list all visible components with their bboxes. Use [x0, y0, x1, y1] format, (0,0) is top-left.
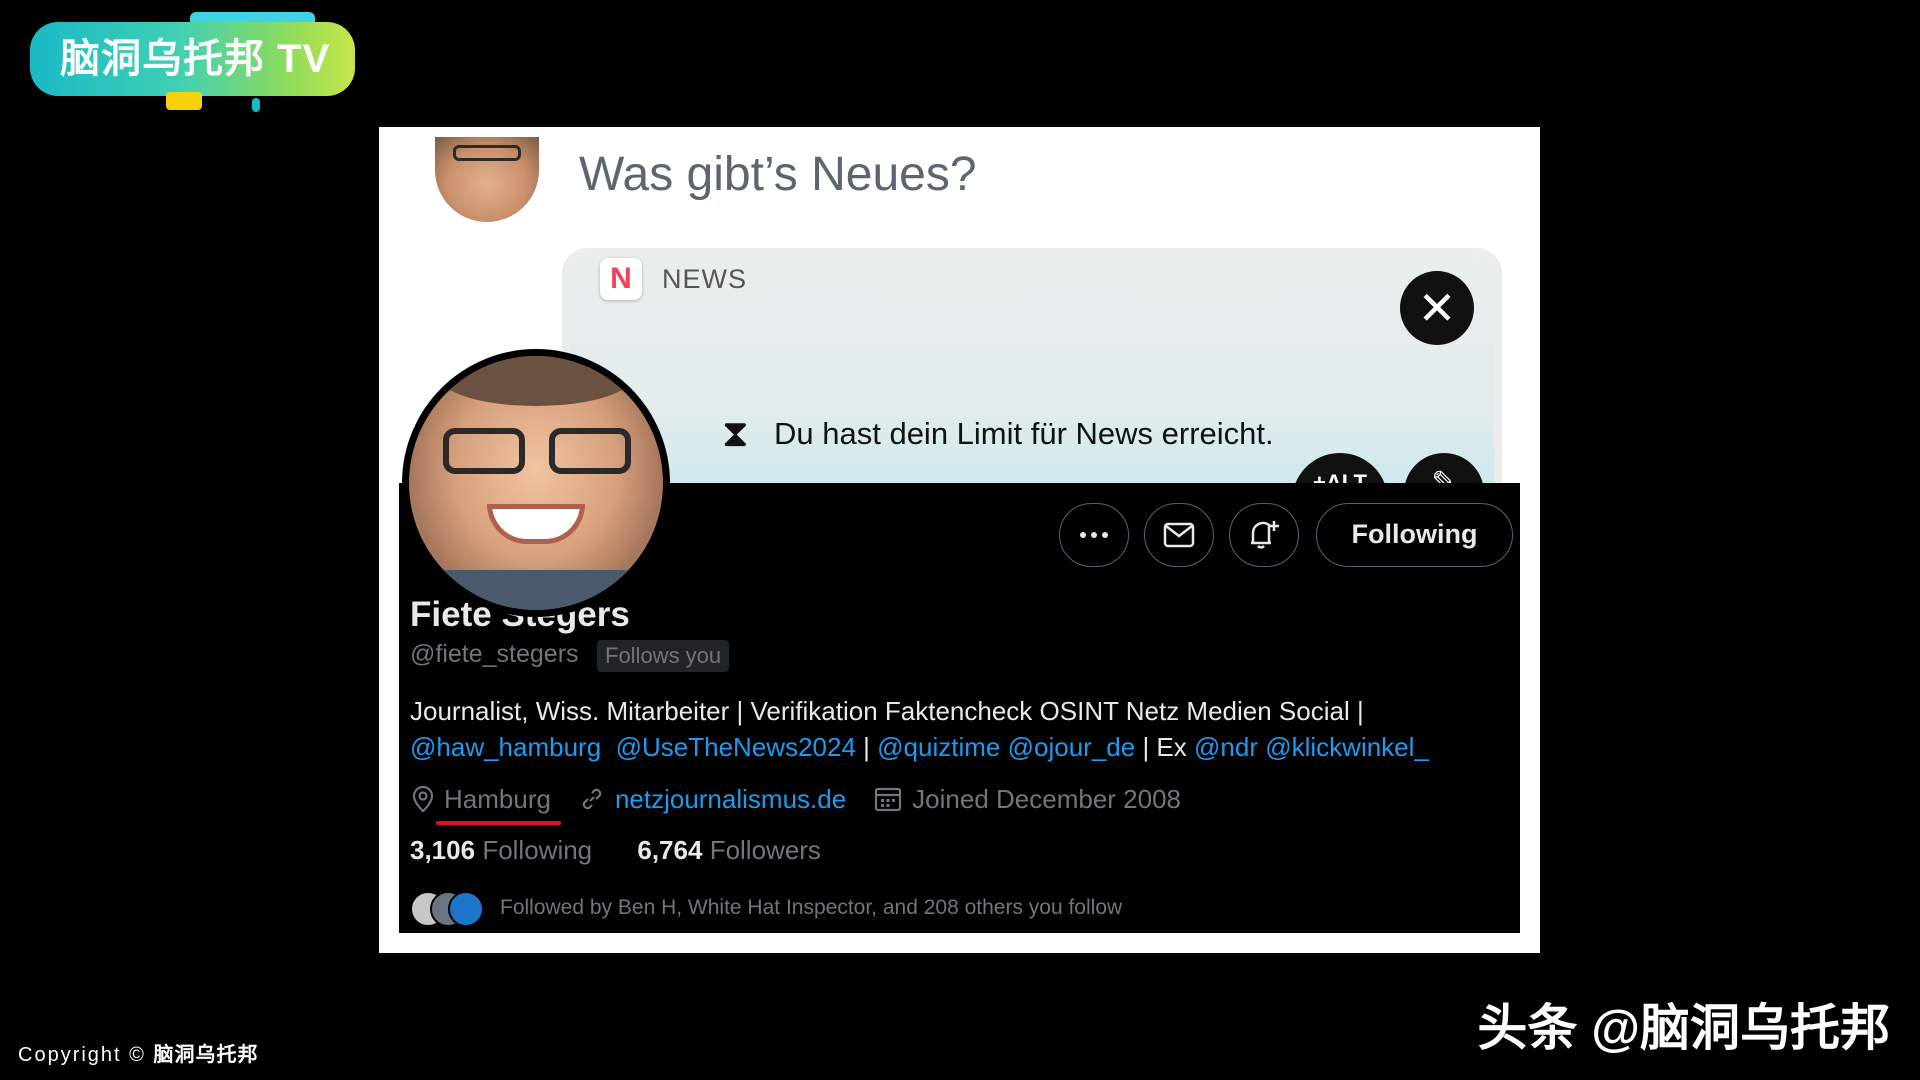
profile-website-link[interactable]: netzjournalismus.de: [615, 784, 846, 815]
following-button[interactable]: Following: [1316, 503, 1513, 567]
avatar: [448, 891, 484, 927]
copyright-prefix: Copyright: [18, 1044, 122, 1066]
bio-line-2: @haw_hamburg @UseTheNews2024 | @quiztime…: [410, 729, 1510, 765]
bio-separator: | Ex: [1142, 732, 1187, 762]
compose-avatar: [435, 137, 539, 222]
logo-accent-dot-small: [252, 98, 260, 112]
mention-link[interactable]: @haw_hamburg: [410, 732, 601, 762]
message-button[interactable]: [1144, 503, 1214, 567]
news-limit-message: Du hast dein Limit für News erreicht.: [774, 416, 1274, 451]
avatar-glasses: [453, 145, 521, 161]
screenshot-card: Was gibt’s Neues? NEWS ✕ ⧗ Du hast dein …: [379, 127, 1540, 953]
channel-logo-text: 脑洞乌托邦 TV: [30, 22, 355, 96]
bell-plus-icon: [1251, 521, 1279, 549]
apple-news-icon: [600, 258, 642, 300]
calendar-icon: [875, 787, 902, 812]
mention-link[interactable]: @ndr: [1194, 732, 1258, 762]
bio-line-1: Journalist, Wiss. Mitarbeiter | Verifika…: [410, 696, 1364, 726]
follows-you-badge: Follows you: [597, 640, 730, 672]
link-icon: [582, 788, 602, 810]
profile-joined-date: Joined December 2008: [912, 783, 1182, 814]
copyright-symbol: ©: [129, 1044, 146, 1066]
profile-avatar[interactable]: [402, 349, 670, 617]
hourglass-icon: ⧗: [722, 413, 749, 455]
watermark: 头条 @脑洞乌托邦: [1477, 1000, 1890, 1056]
followers-label: Followers: [709, 835, 821, 865]
mention-link[interactable]: @klickwinkel_: [1265, 732, 1429, 762]
logo-accent-dot: [166, 92, 202, 110]
profile-handle: @fiete_stegers: [410, 640, 579, 668]
compose-placeholder[interactable]: Was gibt’s Neues?: [579, 147, 977, 202]
avatar-glasses: [443, 428, 631, 474]
profile-bio: Journalist, Wiss. Mitarbeiter | Verifika…: [410, 693, 1510, 765]
following-stat[interactable]: 3,106 Following: [410, 835, 592, 865]
copyright-brand: 脑洞乌托邦: [153, 1044, 259, 1066]
bio-separator: |: [863, 732, 870, 762]
more-button[interactable]: [1059, 503, 1129, 567]
more-icon: [1080, 532, 1108, 538]
mail-icon: [1163, 522, 1195, 548]
mention-link[interactable]: @UseTheNews2024: [616, 732, 856, 762]
news-source-label: NEWS: [662, 264, 747, 294]
followers-count: 6,764: [637, 835, 703, 865]
copyright-notice: Copyright © 脑洞乌托邦: [18, 1038, 258, 1067]
profile-location: Hamburg: [436, 783, 561, 825]
location-pin-icon: [412, 785, 434, 813]
following-label: Following: [482, 835, 593, 865]
followed-by-avatars: [410, 891, 484, 927]
following-count: 3,106: [410, 835, 476, 865]
profile-meta: Hamburg netzjournalismus.de Joined Decem…: [410, 781, 1182, 825]
mention-link[interactable]: @ojour_de: [1008, 732, 1136, 762]
followed-by-text: Followed by Ben H, White Hat Inspector, …: [500, 896, 1123, 919]
close-icon[interactable]: ✕: [1400, 271, 1474, 345]
mention-link[interactable]: @quiztime: [877, 732, 1000, 762]
notify-button[interactable]: [1229, 503, 1299, 567]
followed-by-row[interactable]: Followed by Ben H, White Hat Inspector, …: [410, 888, 1122, 928]
channel-logo: 脑洞乌托邦 TV: [30, 12, 360, 112]
profile-stats: 3,106 Following 6,764 Followers: [410, 835, 821, 866]
followers-stat[interactable]: 6,764 Followers: [637, 835, 821, 865]
